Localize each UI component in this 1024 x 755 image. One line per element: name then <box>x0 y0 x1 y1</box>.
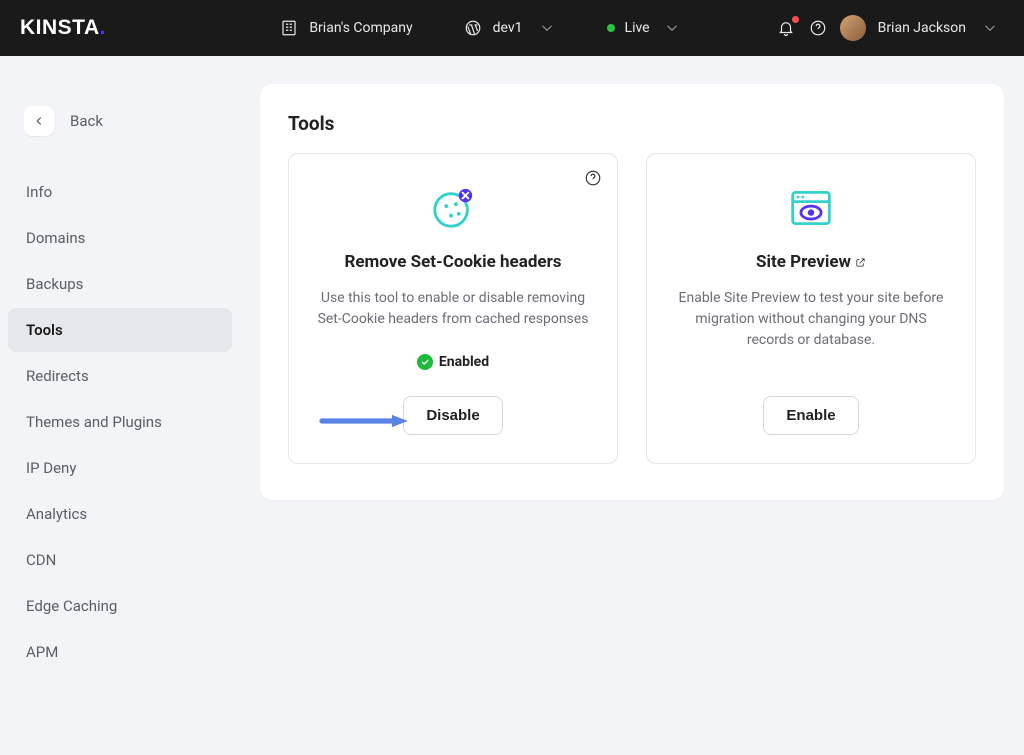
sidebar-item-info[interactable]: Info <box>8 170 232 214</box>
preview-icon <box>789 184 833 232</box>
cookie-icon <box>430 184 476 232</box>
environment-label: Live <box>625 20 650 36</box>
sidebar-item-redirects[interactable]: Redirects <box>8 354 232 398</box>
status-dot-icon <box>607 24 615 32</box>
external-link-icon <box>855 257 866 268</box>
annotation-arrow-icon <box>319 413 409 427</box>
company-name: Brian's Company <box>309 20 412 36</box>
help-button[interactable] <box>808 18 828 38</box>
status-badge: Enabled <box>417 354 489 370</box>
chevron-down-icon <box>537 18 557 38</box>
tools-panel: Tools <box>260 84 1004 500</box>
check-icon <box>417 354 433 370</box>
environment-switcher[interactable]: Live <box>607 18 682 38</box>
card-description: Enable Site Preview to test your site be… <box>673 288 949 351</box>
help-icon <box>808 18 828 38</box>
card-help-icon[interactable] <box>583 168 603 188</box>
back-label: Back <box>70 112 103 130</box>
card-title: Site Preview <box>756 252 866 272</box>
avatar <box>840 15 866 41</box>
card-remove-set-cookie: Remove Set-Cookie headers Use this tool … <box>288 153 618 464</box>
main-content: Tools <box>240 56 1024 755</box>
notifications-button[interactable] <box>776 18 796 38</box>
top-bar: KINSTA. Brian's Company dev1 Live <box>0 0 1024 56</box>
sidebar: Back Info Domains Backups Tools Redirect… <box>0 56 240 755</box>
sidebar-item-cdn[interactable]: CDN <box>8 538 232 582</box>
site-switcher[interactable]: dev1 <box>463 18 523 38</box>
user-menu[interactable]: Brian Jackson <box>840 15 1000 41</box>
status-label: Enabled <box>439 354 489 370</box>
site-name: dev1 <box>493 20 523 36</box>
company-switcher[interactable]: Brian's Company <box>279 18 412 38</box>
sidebar-item-themes[interactable]: Themes and Plugins <box>8 400 232 444</box>
chevron-down-icon <box>662 18 682 38</box>
building-icon <box>279 18 299 38</box>
disable-button[interactable]: Disable <box>403 396 502 435</box>
chevron-down-icon <box>980 18 1000 38</box>
notification-badge <box>792 16 799 23</box>
sidebar-item-tools[interactable]: Tools <box>8 308 232 352</box>
arrow-left-icon <box>24 106 54 136</box>
card-site-preview: Site Preview Enable Site Preview to test… <box>646 153 976 464</box>
brand-logo[interactable]: KINSTA. <box>20 16 106 40</box>
sidebar-item-apm[interactable]: APM <box>8 630 232 674</box>
card-description: Use this tool to enable or disable remov… <box>315 288 591 330</box>
sidebar-item-analytics[interactable]: Analytics <box>8 492 232 536</box>
sidebar-item-edgecaching[interactable]: Edge Caching <box>8 584 232 628</box>
page-title: Tools <box>288 112 976 135</box>
enable-button[interactable]: Enable <box>763 396 858 435</box>
back-button[interactable]: Back <box>14 100 232 142</box>
card-title: Remove Set-Cookie headers <box>344 252 561 272</box>
wordpress-icon <box>463 18 483 38</box>
sidebar-item-domains[interactable]: Domains <box>8 216 232 260</box>
sidebar-item-backups[interactable]: Backups <box>8 262 232 306</box>
user-name: Brian Jackson <box>878 20 966 36</box>
sidebar-item-ipdeny[interactable]: IP Deny <box>8 446 232 490</box>
